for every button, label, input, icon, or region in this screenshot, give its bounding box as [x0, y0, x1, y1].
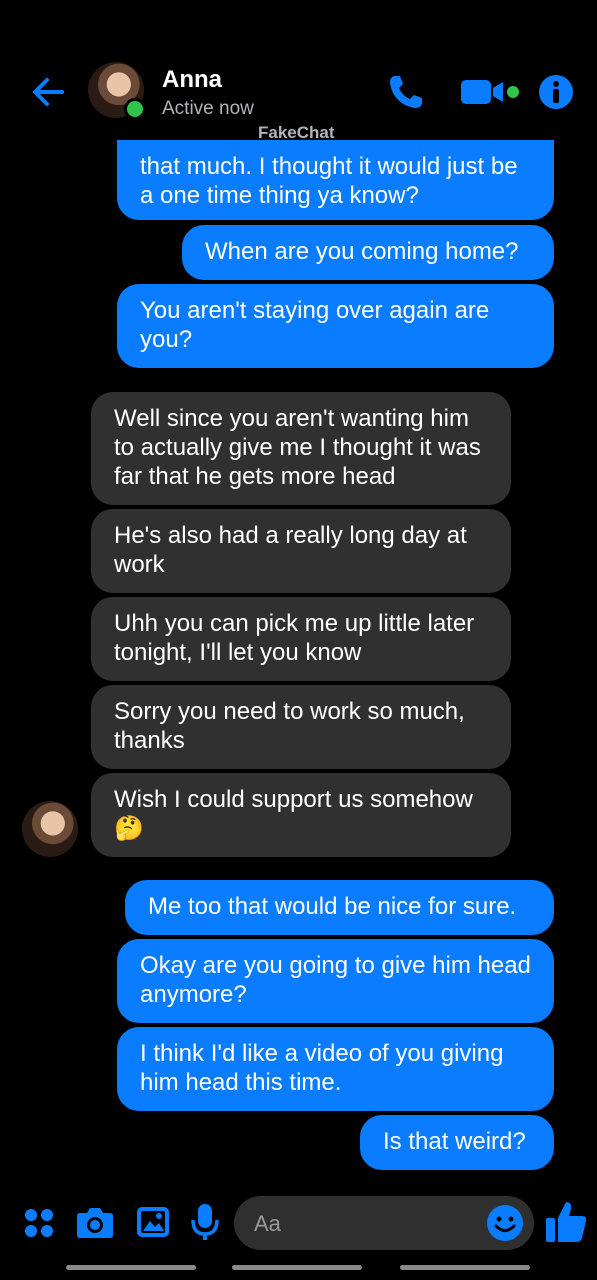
watermark: FakeChat	[258, 123, 335, 142]
contact-avatar[interactable]	[88, 62, 146, 120]
nav-bar-home[interactable]	[232, 1265, 362, 1270]
microphone-icon[interactable]	[190, 1202, 220, 1242]
message-composer: Aa	[0, 1190, 597, 1260]
back-arrow-icon[interactable]	[28, 72, 68, 112]
message-text: When are you coming home?	[205, 238, 519, 265]
message-input[interactable]: Aa	[234, 1196, 534, 1250]
video-camera-icon[interactable]	[459, 76, 523, 108]
message-bubble-outgoing[interactable]: I think I'd like a video of you giving h…	[117, 1027, 554, 1111]
message-text: I think I'd like a video of you giving h…	[140, 1040, 504, 1096]
message-bubble-incoming[interactable]: He's also had a really long day at work	[91, 509, 511, 593]
message-input-placeholder: Aa	[254, 1211, 281, 1236]
online-indicator	[124, 98, 146, 120]
nav-bar-recents[interactable]	[66, 1265, 196, 1270]
message-text: Well since you aren't wanting him to act…	[114, 405, 481, 490]
info-icon[interactable]	[538, 74, 574, 110]
camera-icon[interactable]	[76, 1205, 114, 1239]
message-text: You aren't staying over again are you?	[140, 297, 490, 353]
message-text: Wish I could support us somehow 🤔	[114, 786, 473, 842]
message-bubble-outgoing[interactable]: Me too that would be nice for sure.	[125, 880, 554, 935]
message-bubble-outgoing[interactable]: Is that weird?	[360, 1115, 554, 1170]
message-bubble-outgoing[interactable]: Okay are you going to give him head anym…	[117, 939, 554, 1023]
message-bubble-incoming[interactable]: Uhh you can pick me up little later toni…	[91, 597, 511, 681]
message-bubble-outgoing[interactable]: that much. I thought it would just be a …	[117, 140, 554, 220]
message-bubble-outgoing[interactable]: You aren't staying over again are you?	[117, 284, 554, 368]
contact-name[interactable]: Anna	[162, 66, 222, 94]
gallery-icon[interactable]	[135, 1205, 171, 1239]
message-text: He's also had a really long day at work	[114, 522, 467, 578]
message-text: Me too that would be nice for sure.	[148, 893, 517, 920]
phone-icon[interactable]	[386, 72, 426, 112]
nav-bar-back[interactable]	[400, 1265, 530, 1270]
emoji-icon[interactable]	[486, 1204, 524, 1242]
message-text: Is that weird?	[383, 1128, 526, 1155]
message-bubble-incoming[interactable]: Sorry you need to work so much, thanks	[91, 685, 511, 769]
thumbs-up-icon[interactable]	[544, 1198, 588, 1244]
message-text: that much. I thought it would just be a …	[140, 153, 518, 209]
contact-status: Active now	[162, 98, 254, 119]
sender-avatar[interactable]	[22, 801, 78, 857]
message-bubble-outgoing[interactable]: When are you coming home?	[182, 225, 554, 280]
chat-header: Anna Active now	[0, 0, 597, 140]
message-bubble-incoming[interactable]: Well since you aren't wanting him to act…	[91, 392, 511, 505]
message-text: Sorry you need to work so much, thanks	[114, 698, 465, 754]
message-text: Uhh you can pick me up little later toni…	[114, 610, 475, 666]
message-bubble-incoming[interactable]: Wish I could support us somehow 🤔	[91, 773, 511, 857]
message-thread[interactable]: that much. I thought it would just be a …	[0, 140, 597, 1180]
menu-dots-icon[interactable]	[22, 1206, 56, 1240]
message-text: Okay are you going to give him head anym…	[140, 952, 531, 1008]
